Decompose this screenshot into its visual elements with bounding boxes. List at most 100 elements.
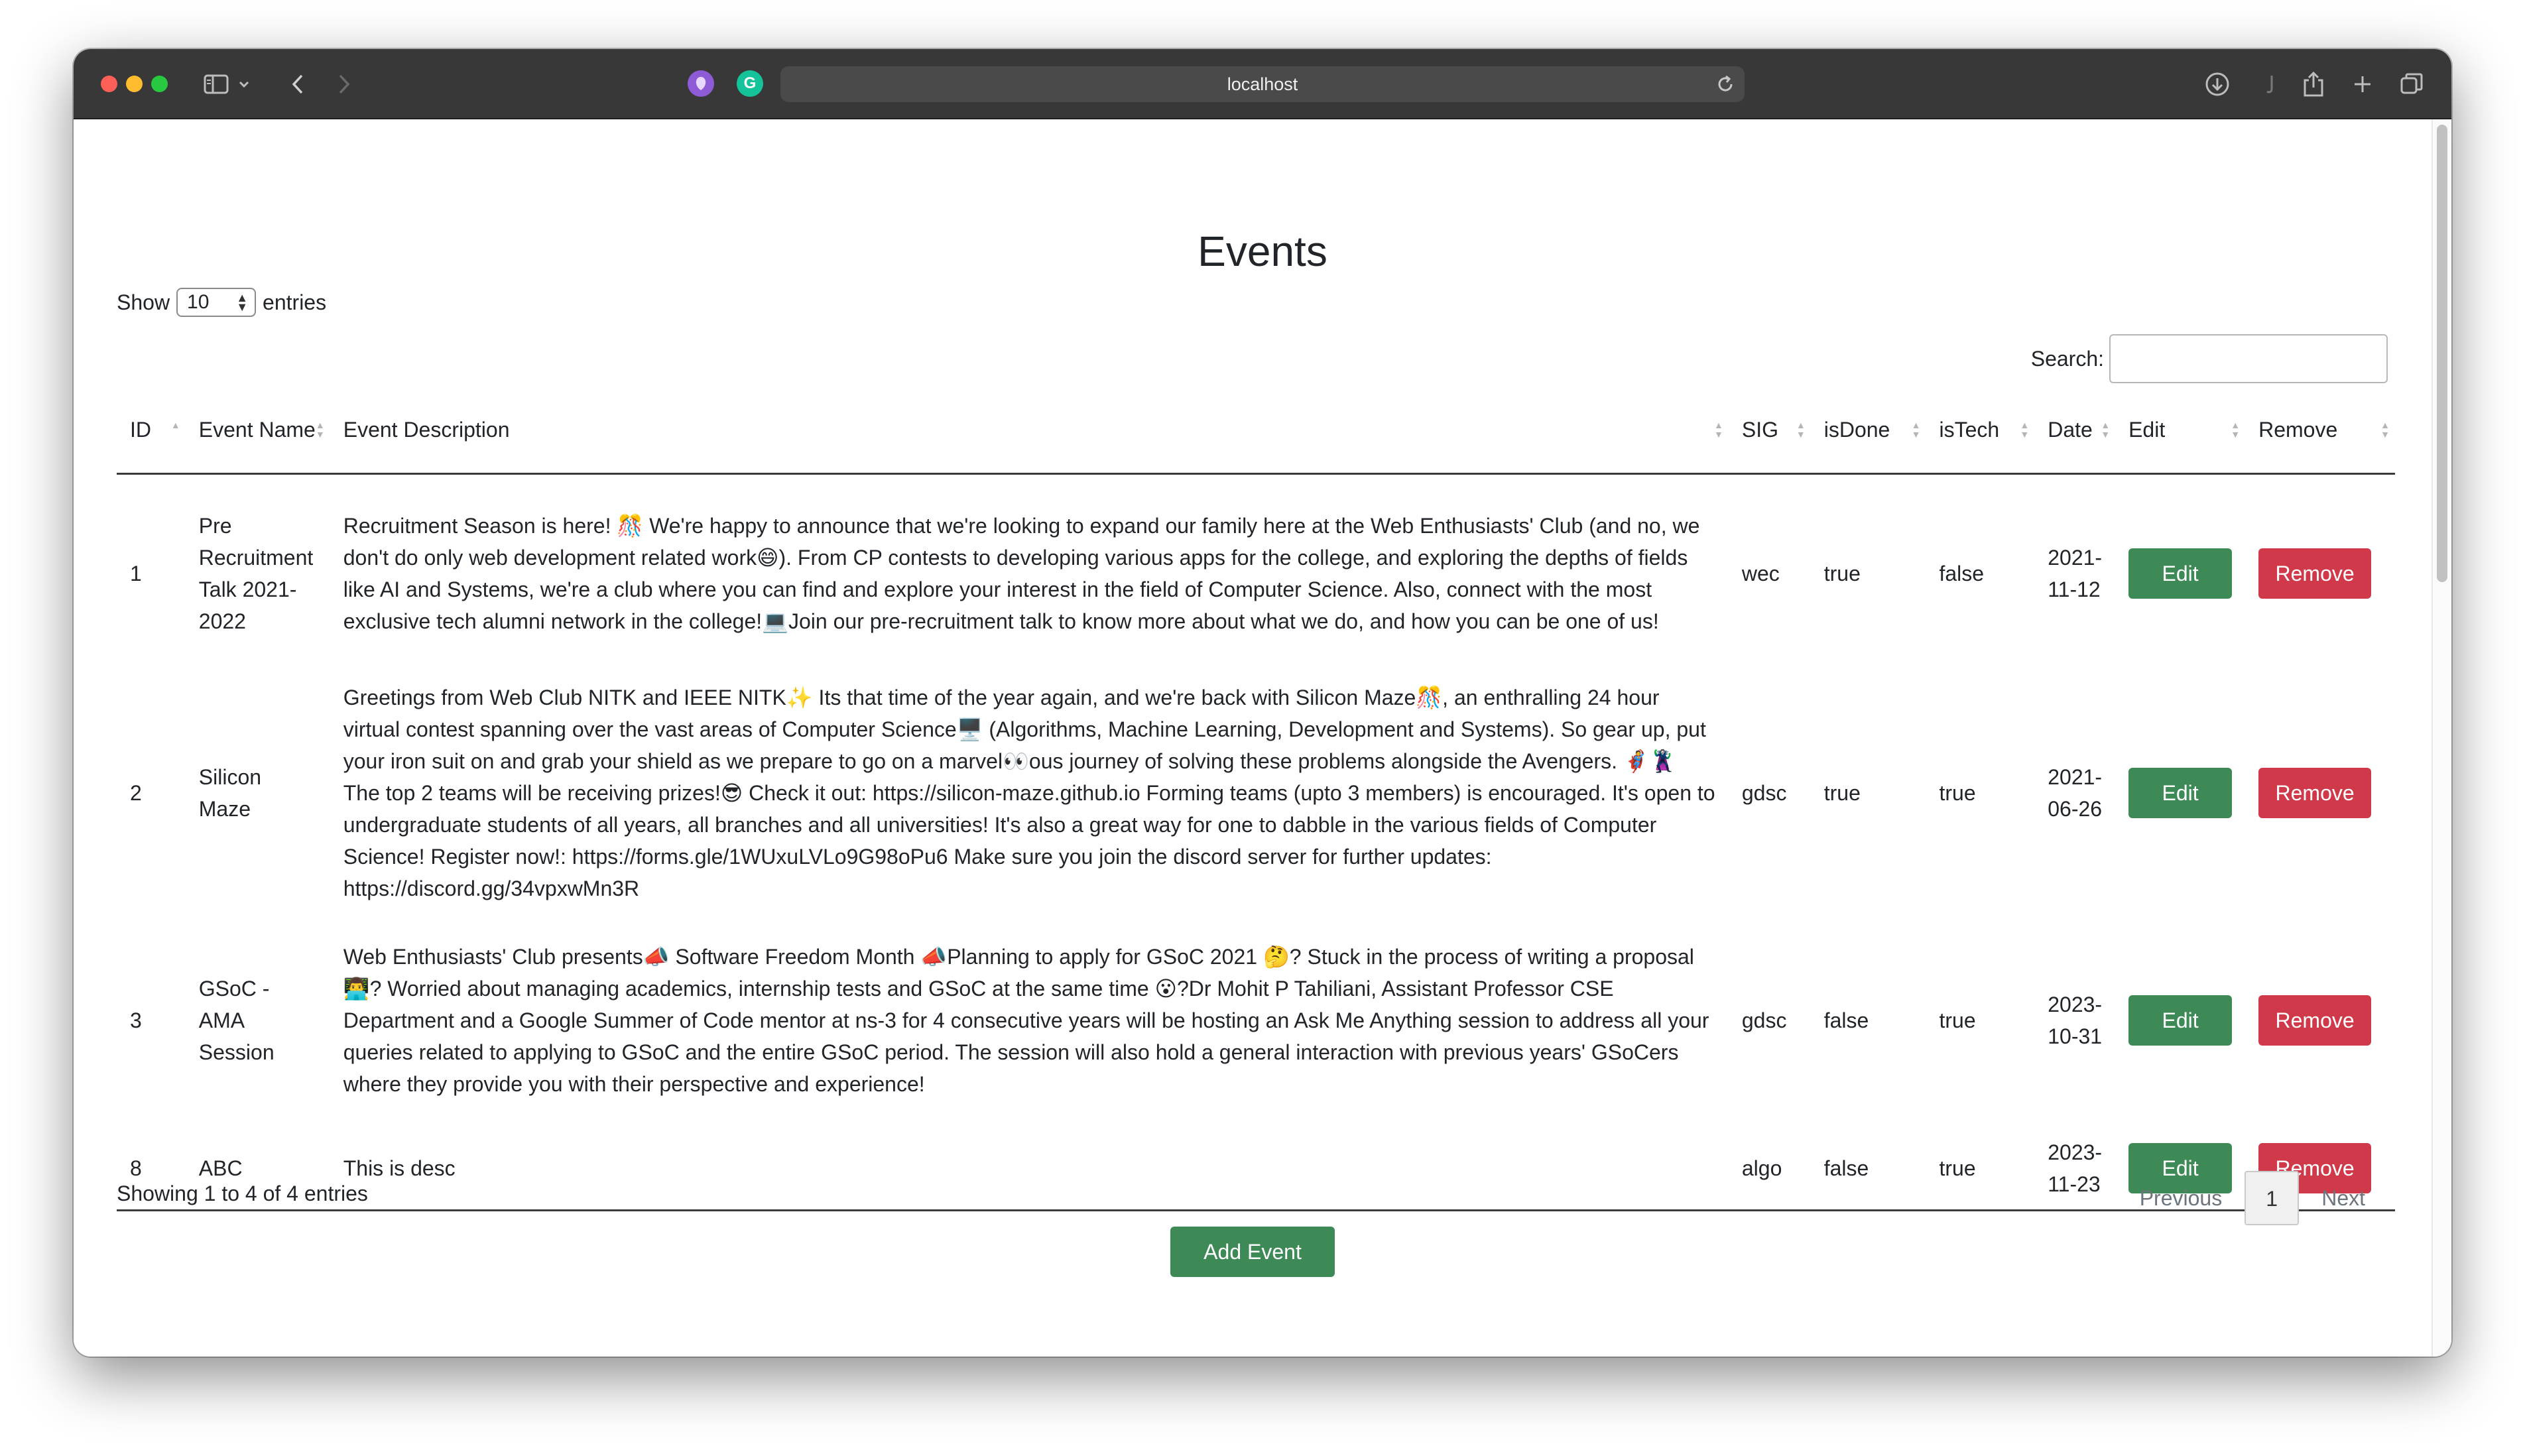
cell-remove: Remove bbox=[2245, 914, 2395, 1127]
table-row: 2 Silicon Maze Greetings from Web Club N… bbox=[117, 672, 2395, 914]
remove-button[interactable]: Remove bbox=[2258, 768, 2372, 818]
reload-icon[interactable] bbox=[1715, 74, 1735, 97]
cell-edit: Edit bbox=[2115, 672, 2245, 914]
entries-select[interactable]: 10 ▲ ▼ bbox=[176, 288, 257, 317]
sort-icon: ▲ ▼ bbox=[2380, 420, 2390, 440]
back-icon[interactable] bbox=[284, 68, 311, 101]
column-header-edit[interactable]: Edit ▲ ▼ bbox=[2115, 387, 2246, 475]
cell-event-description: Recruitment Season is here! 🎊 We're happ… bbox=[343, 513, 1700, 633]
edit-button[interactable]: Edit bbox=[2128, 548, 2233, 599]
cell-id: 2 bbox=[130, 781, 142, 805]
cell-sig: algo bbox=[1728, 1127, 1811, 1211]
download-icon[interactable] bbox=[2202, 68, 2233, 101]
cell-id: 3 bbox=[130, 1008, 142, 1032]
cell-sig: gdsc bbox=[1741, 1008, 1787, 1032]
cell-event-description: Greetings from Web Club NITK and IEEE NI… bbox=[343, 686, 1715, 900]
show-entries-control: Show 10 ▲ ▼ entries bbox=[117, 288, 326, 317]
cell-date: 2023-11-23 bbox=[2034, 1127, 2116, 1211]
grammarly-icon[interactable]: G bbox=[737, 70, 763, 97]
remove-button[interactable]: Remove bbox=[2258, 995, 2372, 1046]
sort-icon: ▲ ▼ bbox=[2101, 420, 2111, 440]
events-table: ID ▲ Event Name ▲ ▼ Event Description ▲ ▼ SIG… bbox=[117, 387, 2395, 1211]
browser-titlebar: G localhost bbox=[74, 49, 2451, 119]
previous-page-button[interactable]: Previous bbox=[2117, 1172, 2245, 1225]
cell-istech: true bbox=[1926, 1127, 2035, 1211]
chevron-down-icon[interactable] bbox=[235, 68, 253, 101]
edit-button[interactable]: Edit bbox=[2128, 768, 2233, 818]
forward-icon[interactable] bbox=[331, 68, 357, 101]
search-control: Search: bbox=[2031, 334, 2388, 383]
zoom-window-button[interactable] bbox=[151, 76, 168, 92]
edit-button[interactable]: Edit bbox=[2128, 995, 2233, 1046]
column-header-date[interactable]: Date ▲ ▼ bbox=[2034, 387, 2116, 475]
sidebar-icon[interactable] bbox=[200, 68, 233, 101]
pagination: Previous 1 Next bbox=[2117, 1171, 2388, 1225]
cell-event-description: This is desc bbox=[330, 1127, 1729, 1211]
sort-asc-icon: ▲ bbox=[170, 420, 180, 430]
cell-isdone: true bbox=[1823, 781, 1861, 805]
extension-j-icon[interactable] bbox=[2260, 68, 2280, 101]
cell-event-name: GSoC - AMA Session bbox=[198, 977, 275, 1064]
table-info: Showing 1 to 4 of 4 entries bbox=[117, 1182, 368, 1205]
cell-edit: Edit bbox=[2115, 473, 2245, 672]
cell-isdone: true bbox=[1823, 561, 1861, 585]
new-tab-icon[interactable] bbox=[2349, 68, 2376, 101]
search-input[interactable] bbox=[2109, 334, 2388, 383]
sort-icon: ▲ ▼ bbox=[2231, 420, 2241, 440]
entries-select-value: 10 bbox=[187, 291, 210, 313]
table-header-row: ID ▲ Event Name ▲ ▼ Event Description ▲ ▼ SIG… bbox=[117, 387, 2395, 475]
address-bar[interactable]: localhost bbox=[780, 66, 1745, 102]
add-event-button[interactable]: Add Event bbox=[1170, 1227, 1335, 1277]
cell-remove: Remove bbox=[2245, 672, 2395, 914]
share-icon[interactable] bbox=[2299, 68, 2328, 101]
cell-sig: gdsc bbox=[1741, 781, 1787, 805]
sort-icon: ▲ ▼ bbox=[1714, 420, 1723, 440]
page-scrollbar-thumb[interactable] bbox=[2437, 125, 2447, 582]
remove-button[interactable]: Remove bbox=[2258, 548, 2372, 599]
show-label: Show bbox=[117, 290, 170, 314]
tabs-icon[interactable] bbox=[2397, 68, 2426, 101]
column-header-event-description[interactable]: Event Description ▲ ▼ bbox=[330, 387, 1729, 475]
page-title: Events bbox=[1198, 227, 1327, 275]
sort-icon: ▲ ▼ bbox=[2020, 420, 2030, 440]
page-scrollbar[interactable] bbox=[2432, 119, 2451, 1357]
cell-event-name: Pre Recruitment Talk 2021-2022 bbox=[198, 513, 314, 633]
cell-date: 2021-06-26 bbox=[2048, 765, 2103, 821]
cell-edit: Edit bbox=[2115, 914, 2245, 1127]
column-header-istech[interactable]: isTech ▲ ▼ bbox=[1926, 387, 2035, 475]
cell-istech: false bbox=[1939, 561, 1985, 585]
sort-icon: ▲ ▼ bbox=[1911, 420, 1921, 440]
search-label: Search: bbox=[2030, 346, 2104, 371]
cell-date: 2023-10-31 bbox=[2048, 993, 2103, 1048]
page-1-button[interactable]: 1 bbox=[2245, 1171, 2300, 1225]
column-header-event-name[interactable]: Event Name ▲ ▼ bbox=[185, 387, 330, 475]
extension-icon[interactable] bbox=[688, 70, 714, 97]
table-row: 8 ABC This is desc algo false true 2023-… bbox=[117, 1127, 2395, 1211]
url-text: localhost bbox=[1227, 74, 1298, 94]
table-row: 1 Pre Recruitment Talk 2021-2022 Recruit… bbox=[117, 473, 2395, 672]
page-content: Events Show 10 ▲ ▼ entries Search: ID ▲ Ev… bbox=[74, 119, 2451, 1357]
cell-event-description: Web Enthusiasts' Club presents📣 Software… bbox=[343, 945, 1709, 1096]
cell-istech: true bbox=[1939, 1008, 1976, 1032]
column-header-isdone[interactable]: isDone ▲ ▼ bbox=[1810, 387, 1926, 475]
select-arrows-icon: ▲ ▼ bbox=[236, 291, 249, 314]
minimize-window-button[interactable] bbox=[126, 76, 143, 92]
next-page-button[interactable]: Next bbox=[2299, 1172, 2388, 1225]
cell-id: 1 bbox=[130, 561, 142, 585]
column-header-id[interactable]: ID ▲ bbox=[117, 387, 186, 475]
cell-remove: Remove bbox=[2245, 473, 2395, 672]
sort-icon: ▲ ▼ bbox=[1796, 420, 1806, 440]
sort-icon: ▲ ▼ bbox=[315, 420, 325, 440]
column-header-remove[interactable]: Remove ▲ ▼ bbox=[2245, 387, 2395, 475]
column-header-sig[interactable]: SIG ▲ ▼ bbox=[1728, 387, 1811, 475]
cell-isdone: false bbox=[1823, 1008, 1869, 1032]
cell-istech: true bbox=[1939, 781, 1976, 805]
entries-label: entries bbox=[263, 290, 327, 314]
cell-event-name: Silicon Maze bbox=[198, 765, 262, 821]
table-row: 3 GSoC - AMA Session Web Enthusiasts' Cl… bbox=[117, 914, 2395, 1127]
browser-window: G localhost Events Show 10 ▲ ▼ entries S… bbox=[74, 49, 2451, 1357]
cell-date: 2021-11-12 bbox=[2048, 545, 2103, 601]
cell-sig: wec bbox=[1741, 561, 1780, 585]
cell-isdone: false bbox=[1810, 1127, 1926, 1211]
close-window-button[interactable] bbox=[101, 76, 117, 92]
